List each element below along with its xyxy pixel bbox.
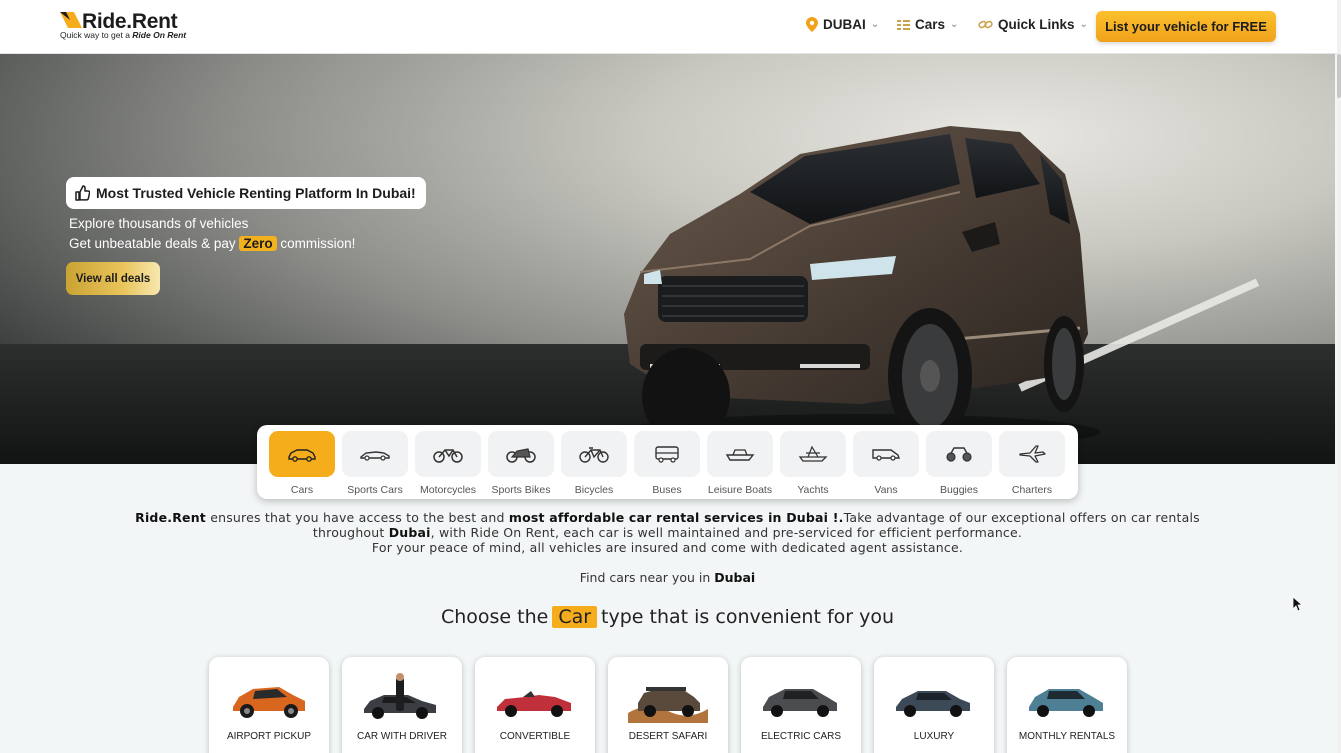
- category-vans[interactable]: Vans: [853, 431, 919, 496]
- location-pin-icon: [806, 17, 818, 32]
- car-type-car-with-driver[interactable]: CAR WITH DRIVER: [342, 657, 462, 753]
- quick-links-label: Quick Links: [998, 17, 1075, 32]
- mouse-cursor-icon: [1292, 596, 1304, 612]
- category-sports-cars[interactable]: Sports Cars: [342, 431, 408, 496]
- category-bicycles[interactable]: Bicycles: [561, 431, 627, 496]
- desert-safari-image: [628, 687, 708, 723]
- vehicle-list-icon: [897, 19, 910, 30]
- convertible-car-image: [497, 691, 571, 717]
- trust-badge: Most Trusted Vehicle Renting Platform In…: [66, 177, 426, 209]
- heading-highlight: Car: [552, 606, 598, 628]
- hero-subtitle-2: Get unbeatable deals & pay Zero commissi…: [69, 236, 356, 251]
- section-heading: Choose the Car type that is convenient for…: [440, 606, 895, 628]
- hero-banner: Most Trusted Vehicle Renting Platform In…: [0, 54, 1335, 464]
- hero-subtitle-1: Explore thousands of vehicles: [69, 216, 249, 231]
- luxury-car-image: [896, 691, 970, 717]
- suv-hero-image: [620, 126, 1100, 450]
- category-leisure-boats[interactable]: Leisure Boats: [707, 431, 773, 496]
- motorcycle-icon: [433, 449, 463, 463]
- quick-links-menu[interactable]: Quick Links ⌄: [978, 17, 1088, 32]
- category-charters[interactable]: Charters: [999, 431, 1065, 496]
- electric-car-image: [763, 689, 837, 717]
- car-type-convertible[interactable]: CONVERTIBLE: [475, 657, 595, 753]
- buggy-icon: [946, 447, 972, 462]
- vehicle-category-bar: Cars Sports Cars Motorcycles Sports Bike…: [257, 425, 1078, 499]
- view-all-deals-button[interactable]: View all deals: [66, 262, 160, 295]
- thumbs-up-icon: [75, 185, 90, 201]
- car-type-luxury[interactable]: LUXURY: [874, 657, 994, 753]
- logo-tagline: Quick way to get a Ride On Rent: [60, 30, 187, 40]
- trust-badge-text: Most Trusted Vehicle Renting Platform In…: [96, 185, 416, 201]
- category-sports-bikes[interactable]: Sports Bikes: [488, 431, 554, 496]
- near-you-text: Find cars near you in Dubai: [579, 570, 756, 585]
- car-with-driver-image: [364, 673, 436, 719]
- vehicle-type-label: Cars: [915, 17, 946, 32]
- chevron-down-icon: ⌄: [1079, 19, 1088, 30]
- sports-car-icon: [360, 451, 390, 461]
- site-header: Ride.Rent Quick way to get a Ride On Ren…: [0, 0, 1337, 54]
- scrollbar-thumb[interactable]: [1337, 54, 1341, 98]
- location-label: DUBAI: [823, 17, 866, 32]
- airport-pickup-car-image: [233, 687, 305, 718]
- category-cars[interactable]: Cars: [269, 431, 335, 496]
- location-selector[interactable]: DUBAI ⌄: [806, 17, 879, 32]
- category-yachts[interactable]: Yachts: [780, 431, 846, 496]
- category-motorcycles[interactable]: Motorcycles: [415, 431, 481, 496]
- vehicle-type-selector[interactable]: Cars ⌄: [897, 17, 958, 32]
- bus-icon: [655, 446, 679, 463]
- link-icon: [978, 20, 993, 29]
- page-scrollbar[interactable]: [1337, 0, 1341, 753]
- list-vehicle-button[interactable]: List your vehicle for FREE: [1096, 11, 1276, 42]
- airplane-icon: [1019, 445, 1046, 463]
- near-city: Dubai: [714, 570, 756, 585]
- intro-description: Ride.Rent ensures that you have access t…: [135, 510, 1200, 555]
- logo-mark-icon: [60, 12, 82, 28]
- zero-highlight: Zero: [239, 236, 277, 251]
- car-type-desert-safari[interactable]: DESERT SAFARI: [608, 657, 728, 753]
- car-type-electric-cars[interactable]: ELECTRIC CARS: [741, 657, 861, 753]
- yacht-icon: [798, 445, 828, 462]
- van-icon: [872, 449, 900, 461]
- chevron-down-icon: ⌄: [950, 19, 959, 30]
- boat-icon: [725, 449, 755, 461]
- sports-bike-icon: [506, 448, 536, 463]
- car-type-airport-pickup[interactable]: AIRPORT PICKUP: [209, 657, 329, 753]
- monthly-rental-car-image: [1029, 689, 1103, 717]
- bicycle-icon: [579, 447, 609, 463]
- car-type-monthly-rentals[interactable]: MONTHLY RENTALS: [1007, 657, 1127, 753]
- category-buggies[interactable]: Buggies: [926, 431, 992, 496]
- car-icon: [288, 449, 316, 462]
- chevron-down-icon: ⌄: [870, 19, 880, 30]
- category-buses[interactable]: Buses: [634, 431, 700, 496]
